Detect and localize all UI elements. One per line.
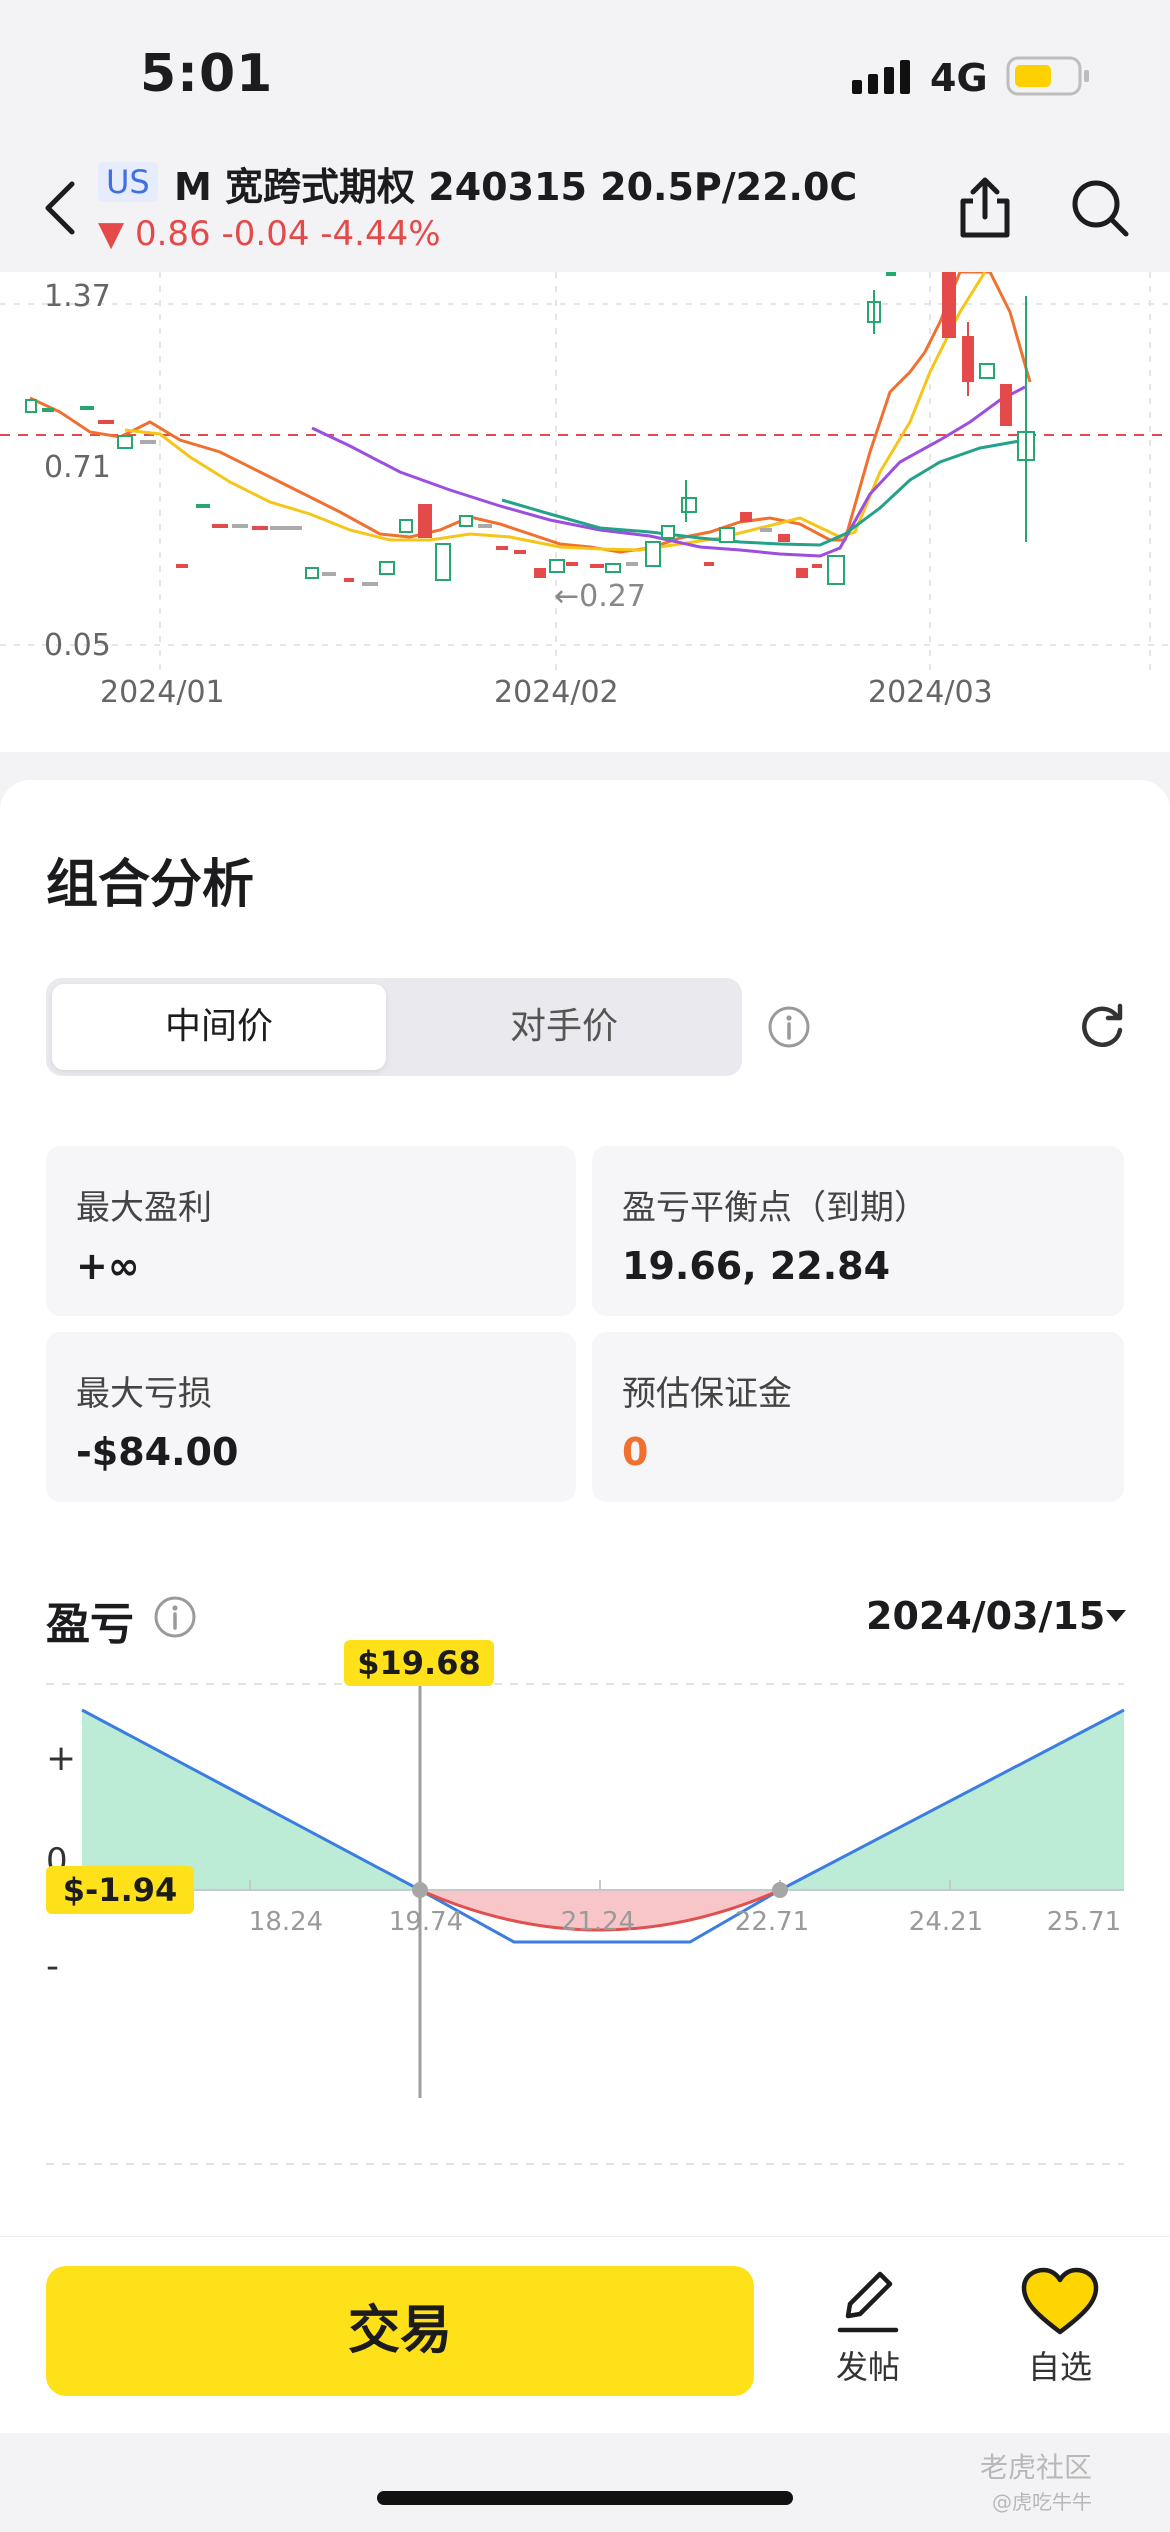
post-button[interactable]: 发帖 — [830, 2266, 906, 2396]
expiry-date-select[interactable]: 2024/03/15 — [866, 1594, 1105, 1638]
segment-counter-price[interactable]: 对手价 — [392, 984, 736, 1070]
price-quote: ▼ 0.86 -0.04 -4.44% — [98, 214, 441, 254]
watermark: 老虎社区 @虎吃牛牛 — [980, 2446, 1092, 2515]
min-price-marker: ←0.27 — [554, 579, 646, 614]
watchlist-button[interactable]: 自选 — [1016, 2266, 1104, 2396]
stat-label: 盈亏平衡点（到期） — [622, 1188, 928, 1228]
x-tick-label: 24.21 — [909, 1907, 983, 1937]
x-tick-label: 22.71 — [735, 1907, 809, 1937]
stat-value: -$84.00 — [76, 1430, 239, 1474]
cursor-price: $19.68 — [357, 1644, 480, 1682]
y-tick-label: 1.37 — [44, 279, 111, 314]
section-title: 组合分析 — [46, 855, 255, 915]
y-tick-label: 0.71 — [44, 450, 111, 485]
stat-label: 最大盈利 — [76, 1188, 212, 1228]
cursor-pl: $-1.94 — [63, 1871, 178, 1909]
pencil-icon — [837, 2271, 899, 2333]
home-indicator — [377, 2491, 793, 2505]
post-label: 发帖 — [835, 2348, 900, 2386]
signal-icon — [852, 60, 910, 94]
segment-mid-price[interactable]: 中间价 — [52, 984, 386, 1070]
x-tick-label: 21.24 — [561, 1907, 635, 1937]
axis-minus: - — [46, 1946, 59, 1987]
stat-max-loss: 最大亏损 -$84.00 — [46, 1332, 576, 1502]
x-tick-label: 18.24 — [249, 1907, 323, 1937]
page-title: M 宽跨式期权 240315 20.5P/22.0C — [174, 165, 858, 209]
info-icon[interactable] — [152, 1594, 198, 1640]
x-tick-label: 2024/03 — [868, 675, 993, 710]
refresh-icon[interactable] — [1076, 1000, 1128, 1052]
stat-max-profit: 最大盈利 +∞ — [46, 1146, 576, 1316]
market-badge: US — [98, 162, 158, 202]
candle-group — [25, 272, 1035, 586]
x-tick-label: 25.71 — [1047, 1907, 1121, 1937]
x-tick-label: 2024/01 — [100, 675, 225, 710]
stat-value: 19.66, 22.84 — [622, 1244, 891, 1288]
axis-plus: + — [46, 1738, 76, 1779]
x-tick-label: 2024/02 — [494, 675, 619, 710]
stat-value: 0 — [622, 1430, 649, 1474]
payoff-chart[interactable]: + 0 - 18.24 19.74 21.24 22.71 24.21 25.7… — [0, 1640, 1170, 2180]
caret-down-icon[interactable] — [1104, 1606, 1128, 1626]
network-label: 4G — [930, 56, 988, 100]
y-tick-label: 0.05 — [44, 628, 111, 663]
down-triangle-icon: ▼ — [98, 214, 125, 254]
x-tick-label: 19.74 — [389, 1907, 463, 1937]
price-change: 0.86 -0.04 -4.44% — [134, 214, 441, 254]
back-icon[interactable] — [36, 178, 86, 238]
stat-value: +∞ — [76, 1244, 140, 1288]
watermark-user: @虎吃牛牛 — [992, 2490, 1093, 2514]
stat-margin: 预估保证金 0 — [592, 1332, 1124, 1502]
heart-icon — [1021, 2267, 1099, 2335]
info-icon[interactable] — [766, 1004, 812, 1050]
battery-icon — [1006, 56, 1089, 96]
stat-label: 最大亏损 — [76, 1374, 212, 1414]
stat-breakeven: 盈亏平衡点（到期） 19.66, 22.84 — [592, 1146, 1124, 1316]
search-icon[interactable] — [1068, 176, 1132, 240]
stat-label: 预估保证金 — [622, 1374, 792, 1414]
candlestick-chart[interactable]: 1.37 0.71 0.05 2024/01 2024/02 2024/03 ←… — [0, 272, 1170, 752]
status-time: 5:01 — [140, 44, 274, 104]
watchlist-label: 自选 — [1027, 2348, 1092, 2386]
share-icon[interactable] — [955, 175, 1015, 241]
trade-button[interactable]: 交易 — [46, 2266, 754, 2396]
watermark-brand: 老虎社区 — [980, 2451, 1093, 2484]
